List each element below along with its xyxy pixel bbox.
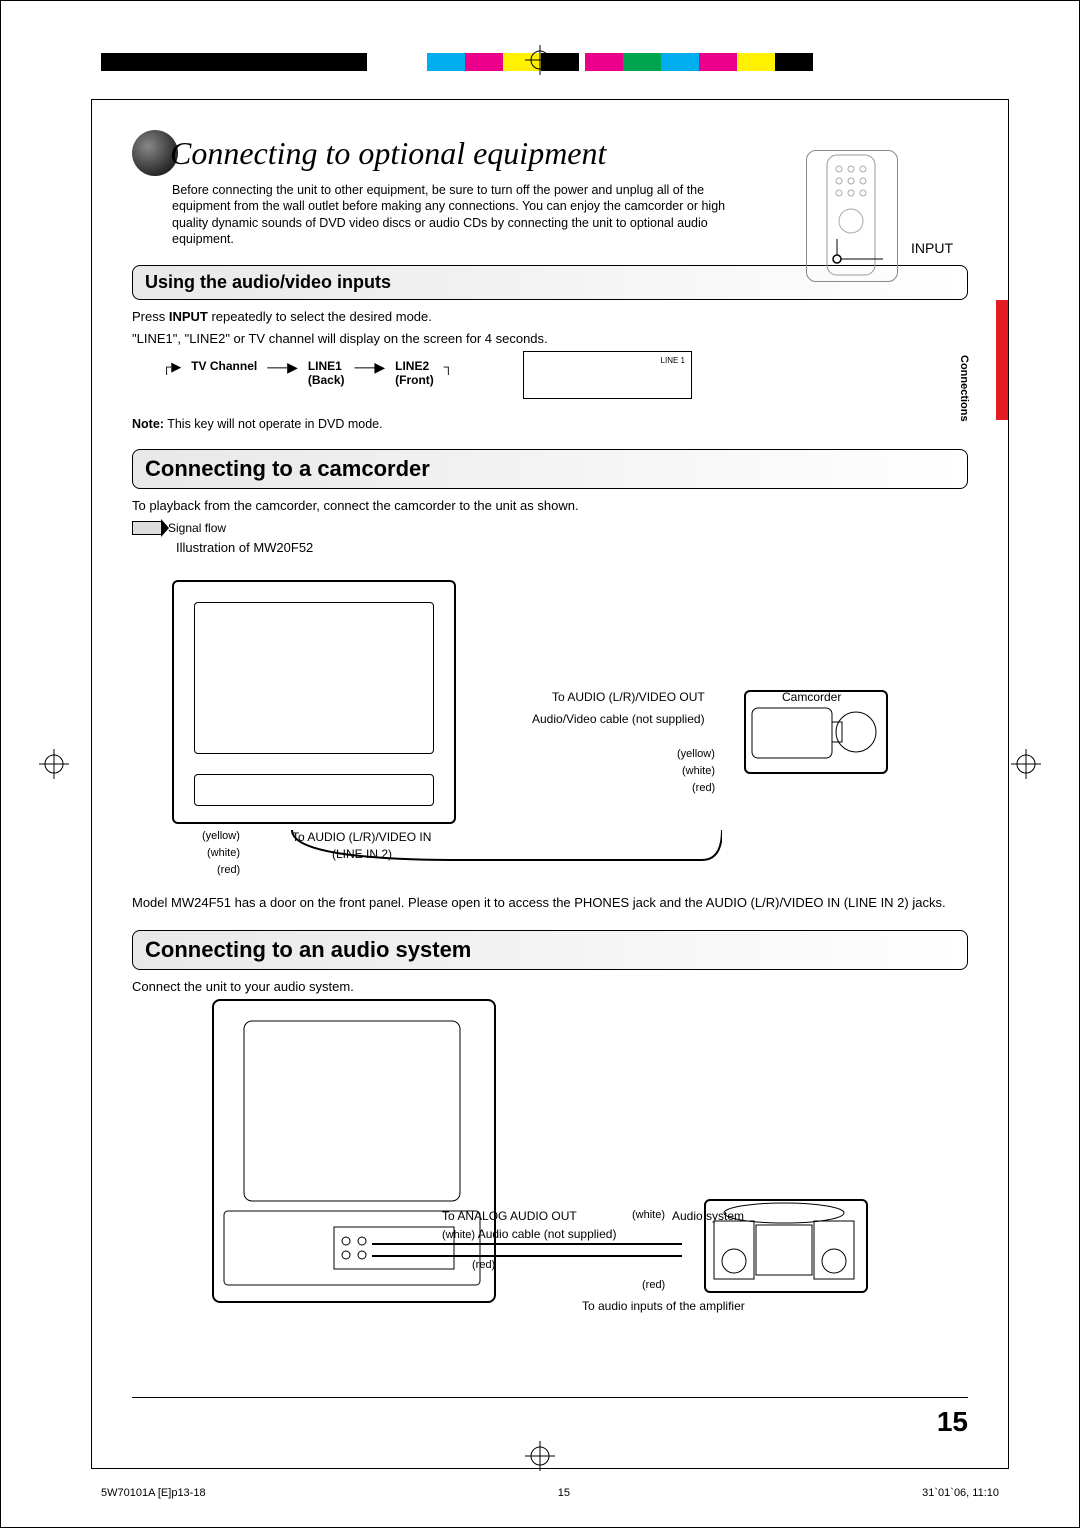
signal-flow-legend: Signal flow	[132, 521, 968, 535]
page-title: Connecting to optional equipment	[170, 135, 606, 172]
text: repeatedly to select the desired mode.	[208, 309, 432, 324]
signal-flow-label: Signal flow	[168, 521, 226, 535]
red-tab-bar	[996, 300, 1008, 420]
cycle-line2-sub: (Front)	[395, 373, 434, 387]
label-white: (white)	[207, 847, 240, 859]
tv-front-illustration	[172, 580, 456, 824]
cropmark-icon	[39, 749, 69, 779]
text: Press	[132, 309, 169, 324]
cycle-diagram-row: ┌▶ TV Channel ──▶ LINE1(Back) ──▶ LINE2(…	[132, 351, 968, 399]
side-tab-label: Connections	[958, 355, 970, 422]
print-page: Connections INPUT Connecting to optional…	[0, 0, 1080, 1528]
input-key-name: INPUT	[169, 309, 208, 324]
section-heading-camcorder: Connecting to a camcorder	[132, 449, 968, 489]
label-yellow: (yellow)	[202, 830, 240, 842]
intro-text: Before connecting the unit to other equi…	[172, 182, 732, 247]
cropmark-icon	[525, 45, 555, 75]
footer-rule	[132, 1397, 968, 1398]
camcorder-diagram: To AUDIO (L/R)/VIDEO OUT Camcorder Audio…	[132, 560, 968, 890]
section-heading-audio-system: Connecting to an audio system	[132, 930, 968, 970]
input-button-label: INPUT	[911, 240, 953, 256]
signal-arrow-icon	[132, 521, 162, 535]
section3-intro: Connect the unit to your audio system.	[132, 978, 968, 996]
label-to-amp: To audio inputs of the amplifier	[582, 1299, 745, 1313]
cropmark-icon	[1011, 749, 1041, 779]
label-camcorder: Camcorder	[782, 690, 841, 704]
section1-note: Note: This key will not operate in DVD m…	[132, 417, 968, 431]
remote-illustration	[806, 150, 898, 282]
label-yellow-r: (yellow)	[677, 748, 715, 760]
cycle-tv: TV Channel	[191, 359, 257, 373]
cable-line-audio	[362, 1234, 702, 1294]
label-red: (red)	[217, 864, 240, 876]
label-analog-out: To ANALOG AUDIO OUT	[442, 1209, 577, 1223]
model-note: Model MW24F51 has a door on the front pa…	[132, 894, 968, 912]
section1-line1: Press INPUT repeatedly to select the des…	[132, 308, 968, 326]
osd-text: LINE 1	[530, 356, 685, 365]
note-label: Note:	[132, 417, 164, 431]
arrow-icon: ──▶	[355, 359, 386, 374]
page-number: 15	[937, 1406, 968, 1438]
section1-line2: "LINE1", "LINE2" or TV channel will disp…	[132, 330, 968, 348]
cycle-line1: LINE1	[308, 359, 345, 373]
mode-cycle: ┌▶ TV Channel ──▶ LINE1(Back) ──▶ LINE2(…	[162, 359, 453, 387]
audio-system-diagram: To ANALOG AUDIO OUT (white) Audio cable …	[132, 999, 968, 1339]
content-frame: Connections INPUT Connecting to optional…	[91, 99, 1009, 1469]
registration-strip	[101, 53, 813, 71]
cable-line	[262, 820, 722, 880]
note-text: This key will not operate in DVD mode.	[164, 417, 383, 431]
label-audio-out: To AUDIO (L/R)/VIDEO OUT	[552, 690, 705, 704]
label-av-cable: Audio/Video cable (not supplied)	[532, 712, 705, 726]
cycle-line2: LINE2	[395, 359, 434, 373]
footer-center: 15	[558, 1487, 570, 1499]
footer-right: 31`01`06, 11:10	[922, 1487, 999, 1499]
section2-intro: To playback from the camcorder, connect …	[132, 497, 968, 515]
osd-preview: LINE 1	[523, 351, 692, 399]
label-white-r: (white)	[632, 1209, 665, 1221]
illustration-label: Illustration of MW20F52	[176, 539, 968, 557]
label-red-r: (red)	[692, 782, 715, 794]
cycle-line1-sub: (Back)	[308, 373, 345, 387]
print-footer: 5W70101A [E]p13-18 15 31`01`06, 11:10	[91, 1487, 1009, 1499]
label-white-r: (white)	[682, 765, 715, 777]
footer-left: 5W70101A [E]p13-18	[101, 1487, 206, 1499]
arrow-icon: ──▶	[267, 359, 298, 374]
label-audio-system: Audio system	[672, 1209, 744, 1223]
